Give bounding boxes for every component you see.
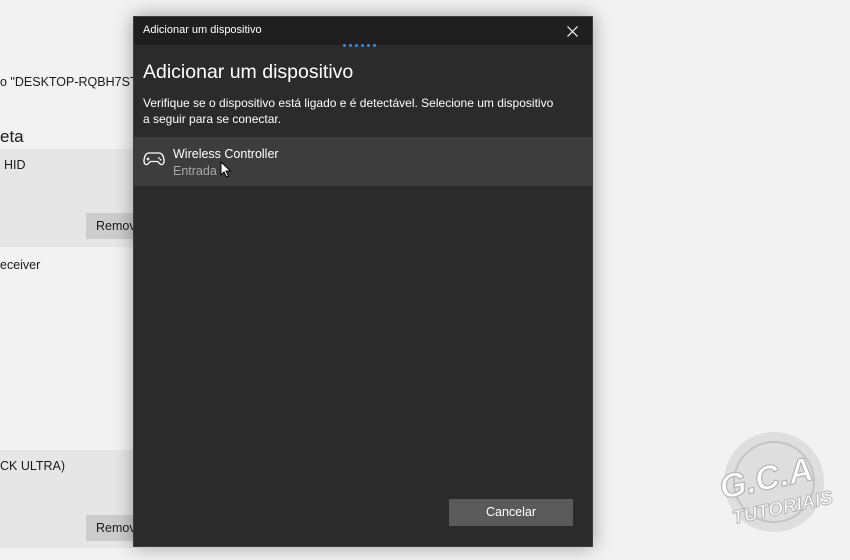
close-icon bbox=[566, 25, 578, 37]
window-title: Adicionar um dispositivo bbox=[143, 24, 262, 36]
add-device-dialog: Adicionar um dispositivo Adicionar um di… bbox=[133, 16, 593, 547]
device-list-item[interactable]: Wireless Controller Entrada bbox=[134, 137, 592, 186]
gca-tutoriais-watermark-logo: G.C.A TUTORIAIS bbox=[712, 420, 842, 550]
device-type: Entrada bbox=[173, 164, 217, 178]
device-card-label: CK ULTRA) bbox=[0, 459, 66, 473]
gamepad-icon bbox=[143, 151, 165, 172]
device-card-label: eceiver bbox=[0, 258, 41, 272]
dialog-heading: Adicionar um dispositivo bbox=[143, 61, 354, 83]
dialog-description: Verifique se o dispositivo está ligado e… bbox=[143, 96, 554, 126]
section-heading: eta bbox=[0, 127, 24, 146]
pc-name-label: o "DESKTOP-RQBH7ST" bbox=[0, 75, 143, 89]
searching-progress-indicator bbox=[343, 44, 376, 47]
device-name: Wireless Controller bbox=[173, 147, 279, 161]
close-button[interactable] bbox=[552, 17, 592, 45]
mouse-cursor-icon bbox=[220, 160, 232, 183]
device-card-label: HID bbox=[4, 158, 26, 172]
cancel-button[interactable]: Cancelar bbox=[449, 499, 573, 526]
dialog-titlebar[interactable]: Adicionar um dispositivo bbox=[134, 17, 592, 45]
